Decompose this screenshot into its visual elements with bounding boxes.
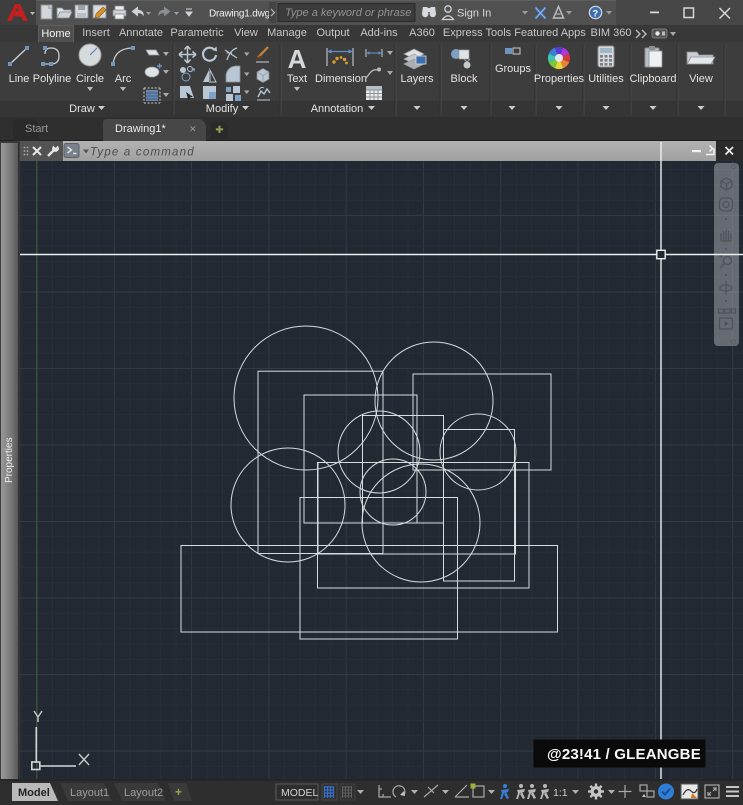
svg-text:Layout1: Layout1: [70, 787, 109, 799]
svg-text:Utilities: Utilities: [588, 73, 624, 85]
svg-text:@23!41 / GLEANGBE: @23!41 / GLEANGBE: [547, 746, 701, 763]
svg-text:Dimension: Dimension: [315, 73, 367, 85]
svg-text:Layout2: Layout2: [124, 787, 163, 799]
svg-text:Sign In: Sign In: [457, 8, 491, 20]
svg-text:Arc: Arc: [115, 73, 132, 85]
svg-text:Groups: Groups: [495, 63, 532, 75]
svg-text:Polyline: Polyline: [33, 73, 72, 85]
svg-text:Circle: Circle: [76, 73, 104, 85]
svg-text:Modify: Modify: [206, 103, 239, 115]
svg-text:?: ?: [592, 9, 598, 20]
svg-text:View: View: [689, 73, 713, 85]
svg-text:MODEL: MODEL: [281, 787, 319, 799]
svg-text:Line: Line: [9, 73, 30, 85]
svg-text:Drawing1.dwg: Drawing1.dwg: [209, 9, 270, 20]
svg-text:Layers: Layers: [400, 73, 434, 85]
svg-text:A: A: [288, 44, 307, 74]
svg-text:Block: Block: [451, 73, 478, 85]
svg-text:Type a keyword or phrase: Type a keyword or phrase: [285, 7, 411, 19]
svg-text:Annotation: Annotation: [311, 103, 364, 115]
svg-text:+: +: [175, 785, 182, 799]
svg-text:Draw: Draw: [69, 103, 95, 115]
svg-text:Text: Text: [287, 73, 307, 85]
svg-text:1:1: 1:1: [553, 787, 568, 799]
svg-text:Properties: Properties: [534, 73, 585, 85]
svg-text:Clipboard: Clipboard: [629, 73, 676, 85]
svg-text:Model: Model: [18, 787, 50, 799]
